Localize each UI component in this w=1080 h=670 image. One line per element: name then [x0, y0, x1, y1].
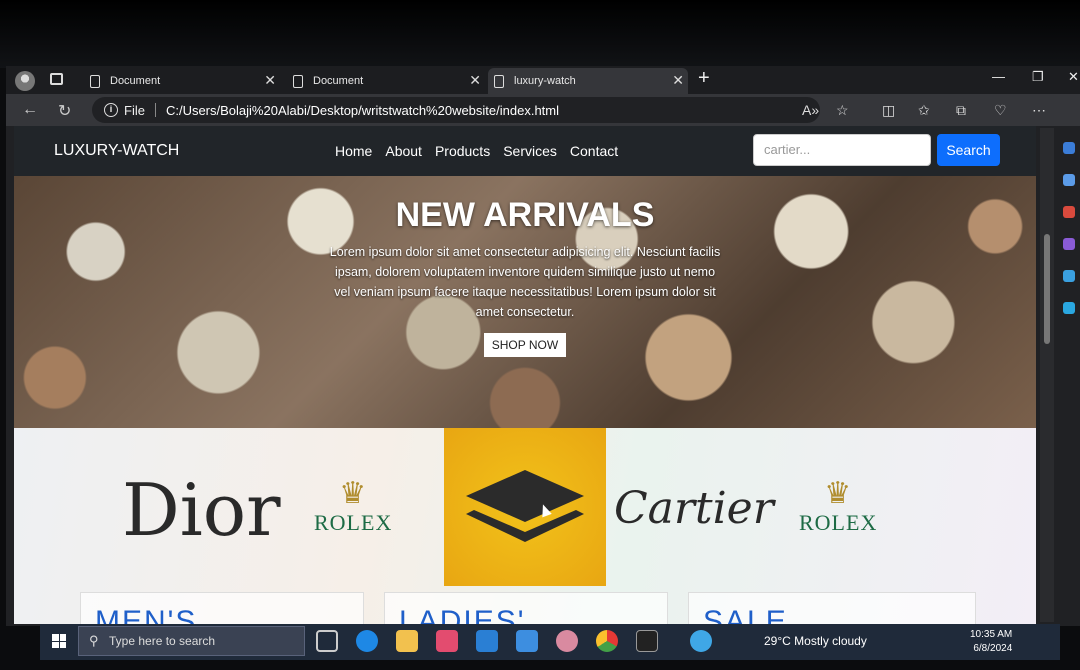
favorites-icon[interactable]: ✩ [918, 102, 930, 119]
rolex-logo-2: ♛ ROLEX [799, 478, 877, 536]
url-text[interactable]: C:/Users/Bolaji%20Alabi/Desktop/writstwa… [166, 103, 559, 118]
new-tab-icon[interactable]: + [698, 67, 710, 90]
weather-widget[interactable]: 29°C Mostly cloudy [764, 634, 867, 648]
task-view-icon[interactable] [316, 630, 338, 652]
mail-app-icon[interactable] [516, 630, 538, 652]
split-screen-icon[interactable]: ◫ [882, 102, 895, 119]
games-icon[interactable] [1063, 238, 1075, 250]
taskbar-search-box[interactable]: ⚲ Type here to search [78, 626, 305, 656]
file-label: File [124, 102, 145, 118]
page-icon [293, 74, 303, 88]
chrome-app-icon[interactable] [596, 630, 618, 652]
site-brand[interactable]: LUXURY-WATCH [54, 142, 179, 160]
windows-taskbar: ⚲ Type here to search 29°C Mostly cloudy… [40, 624, 1060, 660]
close-tab-icon[interactable]: ✕ [264, 72, 276, 89]
taskbar-clock[interactable]: 10:35 AM 6/8/2024 [970, 628, 1012, 656]
tab-title: luxury-watch [514, 75, 576, 87]
tab-strip: Document ✕ Document ✕ luxury-watch ✕ + —… [6, 66, 1080, 94]
card-title: MEN'S [95, 605, 198, 624]
card-title: LADIES' [399, 605, 526, 624]
clock-time: 10:35 AM [970, 629, 1013, 640]
address-toolbar: ← ↻ i File C:/Users/Bolaji%20Alabi/Deskt… [6, 94, 1080, 126]
info-icon[interactable]: i [104, 103, 118, 117]
refresh-icon[interactable]: ↻ [58, 101, 71, 121]
close-tab-icon[interactable]: ✕ [469, 72, 481, 89]
tab-title: Document [110, 75, 161, 87]
rolex-text: ROLEX [314, 510, 393, 535]
category-card-sale[interactable]: SALE [688, 592, 976, 624]
profile-avatar-icon[interactable] [15, 71, 35, 91]
category-card-mens[interactable]: MEN'S [80, 592, 364, 624]
address-bar[interactable]: i File C:/Users/Bolaji%20Alabi/Desktop/w… [92, 97, 820, 123]
category-card-ladies[interactable]: LADIES' [384, 592, 668, 624]
help-app-icon[interactable] [690, 630, 712, 652]
site-search-input[interactable]: cartier... [753, 134, 931, 166]
hero-title: NEW ARRIVALS [395, 196, 655, 234]
crown-icon: ♛ [339, 477, 368, 510]
back-icon[interactable]: ← [22, 101, 38, 119]
category-cards: MEN'S LADIES' SALE [14, 588, 1036, 624]
tools-icon[interactable] [1063, 206, 1075, 218]
terminal-app-icon[interactable] [636, 630, 658, 652]
tab-document-2[interactable]: Document ✕ [287, 68, 485, 94]
rolex-text: ROLEX [799, 510, 878, 535]
dior-logo: Dior [122, 468, 281, 552]
outlook-icon[interactable] [1063, 270, 1075, 282]
favorite-star-icon[interactable]: ☆ [836, 102, 849, 119]
file-explorer-icon[interactable] [396, 630, 418, 652]
page-viewport: LUXURY-WATCH Home About Products Service… [14, 126, 1036, 624]
tab-actions-icon[interactable] [50, 73, 63, 85]
layers-logo [444, 428, 606, 586]
search-button[interactable]: Search [937, 134, 1000, 166]
more-menu-icon[interactable]: ⋯ [1032, 102, 1046, 119]
hero-text: Lorem ipsum dolor sit amet consectetur a… [329, 245, 721, 319]
page-icon [90, 74, 100, 88]
nav-link-home[interactable]: Home [335, 143, 372, 159]
edge-sidebar [1058, 128, 1080, 622]
edge-app-icon[interactable] [356, 630, 378, 652]
hero-banner: NEW ARRIVALS Lorem ipsum dolor sit amet … [14, 176, 1036, 428]
rolex-logo: ♛ ROLEX [314, 478, 392, 536]
taskbar-search-placeholder: Type here to search [109, 634, 216, 648]
minimize-icon[interactable]: — [992, 69, 1005, 84]
divider [154, 103, 156, 117]
read-aloud-icon[interactable]: A» [802, 102, 819, 118]
shop-now-button[interactable]: SHOP NOW [484, 333, 566, 357]
tab-luxury-watch[interactable]: luxury-watch ✕ [488, 68, 688, 94]
vscode-app-icon[interactable] [476, 630, 498, 652]
monitor-bezel [0, 0, 1080, 68]
brands-section: Dior ♛ ROLEX Cartier ♛ ROLEX MEN'S LADIE… [14, 428, 1036, 624]
site-menu: Home About Products Services Contact [335, 143, 618, 159]
cartier-logo: Cartier [614, 483, 774, 534]
nav-link-contact[interactable]: Contact [570, 143, 618, 159]
page-icon [494, 74, 504, 88]
close-window-icon[interactable]: ✕ [1068, 69, 1079, 85]
store-app-icon[interactable] [436, 630, 458, 652]
layers-icon [466, 470, 584, 542]
crown-icon: ♛ [824, 477, 853, 510]
nav-link-about[interactable]: About [385, 143, 422, 159]
tab-title: Document [313, 75, 364, 87]
search-icon: ⚲ [89, 633, 99, 648]
health-icon[interactable]: ♡ [994, 102, 1007, 119]
search-sidebar-icon[interactable] [1063, 142, 1075, 154]
tab-document-1[interactable]: Document ✕ [84, 68, 280, 94]
page-scrollbar[interactable] [1040, 128, 1054, 622]
shopping-icon[interactable] [1063, 174, 1075, 186]
collections-icon[interactable]: ⧉ [956, 102, 966, 119]
close-tab-icon[interactable]: ✕ [672, 72, 684, 89]
paint-app-icon[interactable] [556, 630, 578, 652]
nav-link-products[interactable]: Products [435, 143, 490, 159]
send-icon[interactable] [1063, 302, 1075, 314]
scrollbar-thumb[interactable] [1044, 234, 1050, 344]
browser-window: Document ✕ Document ✕ luxury-watch ✕ + —… [6, 66, 1080, 626]
card-title: SALE [703, 605, 788, 624]
nav-link-services[interactable]: Services [503, 143, 557, 159]
clock-date: 6/8/2024 [973, 643, 1013, 654]
start-menu-icon[interactable] [52, 634, 66, 648]
restore-icon[interactable]: ❐ [1032, 69, 1044, 85]
site-navbar: LUXURY-WATCH Home About Products Service… [14, 126, 1036, 176]
